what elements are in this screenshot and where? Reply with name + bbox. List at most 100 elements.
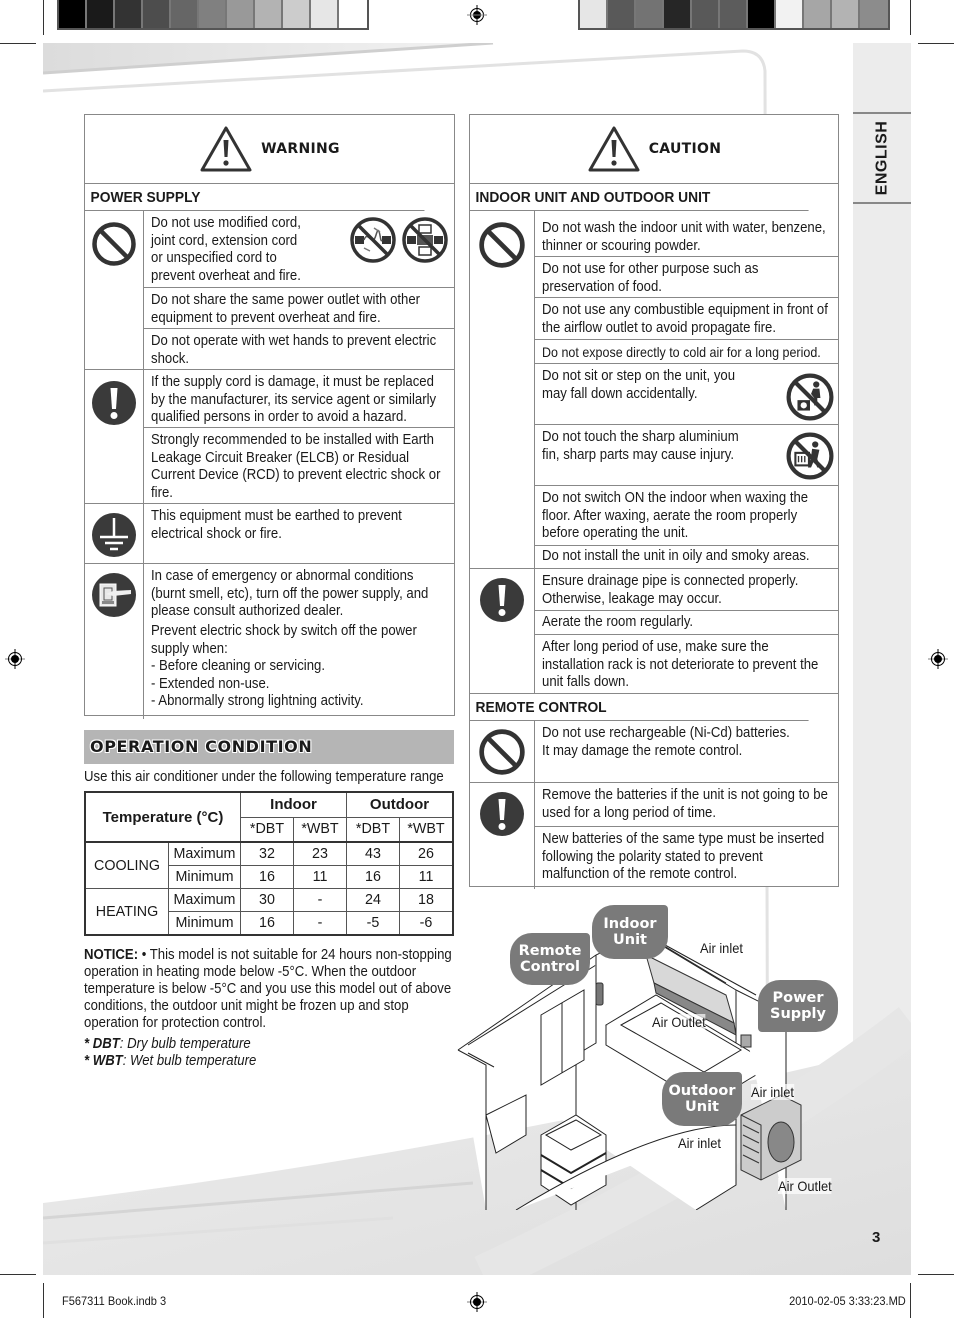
callout-indoor-unit: Indoor Unit — [592, 905, 668, 959]
caution-box: CAUTION INDOOR UNIT AND OUTDOOR UNIT Do … — [469, 114, 839, 889]
legend-wbt: * WBT: Wet bulb temperature — [84, 1053, 257, 1069]
color-swatch — [580, 0, 608, 28]
warning-title: WARNING — [261, 141, 340, 157]
color-swatch — [832, 0, 860, 28]
no-extension-cord-icon — [350, 217, 396, 263]
caution-item: Do not touch the sharp aluminium fin, sh… — [535, 425, 838, 486]
value-cell: 11 — [399, 865, 454, 889]
warning-item: Do not share the same power outlet with … — [144, 288, 454, 329]
caution-item: Do not sit or step on the unit, you may … — [535, 364, 838, 425]
page-number: 3 — [872, 1229, 881, 1246]
color-swatch — [748, 0, 776, 28]
caution-group-remote-mandatory: Remove the batteries if the unit is not … — [470, 783, 838, 889]
caution-header: CAUTION — [470, 115, 838, 184]
crop-mark — [910, 1283, 911, 1318]
header-outdoor: Outdoor — [346, 791, 454, 818]
warning-group-mandatory: If the supply cord is damage, it must be… — [85, 370, 454, 504]
registration-mark-icon — [467, 5, 487, 25]
label-indoor-air-outlet: Air Outlet — [652, 1014, 706, 1030]
temperature-range-table: Temperature (°C) Indoor Outdoor *DBT *WB… — [84, 791, 454, 936]
caution-item: Do not use any combustible equipment in … — [535, 298, 838, 340]
footer-file: F567311 Book.indb 3 — [62, 1294, 167, 1308]
caution-item: Do not use rechargeable (Ni-Cd) batterie… — [542, 725, 790, 759]
color-swatch — [636, 0, 664, 28]
limit-cell: Minimum — [168, 911, 241, 936]
value-cell: 32 — [240, 841, 294, 866]
label-outdoor-air-outlet: Air Outlet — [778, 1178, 832, 1194]
label-indoor-air-inlet: Air inlet — [700, 940, 743, 956]
color-swatch — [860, 0, 888, 28]
color-swatch — [59, 0, 87, 28]
warning-group-prohibition: Do not use modified cord, joint cord, ex… — [85, 211, 454, 370]
switch-off-power-icon — [92, 573, 136, 617]
crop-mark — [0, 43, 36, 44]
caution-item: Do not use for other purpose such as pre… — [535, 257, 838, 298]
warning-group-earth: This equipment must be earthed to preven… — [85, 504, 454, 564]
value-cell: 30 — [240, 888, 294, 912]
color-swatch — [227, 0, 255, 28]
footer-timestamp: 2010-02-05 3:33:23.MD — [789, 1294, 906, 1308]
callout-remote-control: Remote Control — [510, 933, 590, 985]
color-bar-left — [57, 0, 369, 30]
value-cell: 23 — [293, 841, 347, 866]
section-heading-power-supply: POWER SUPPLY — [85, 184, 425, 211]
warning-box: WARNING POWER SUPPLY Do not use modified… — [84, 114, 455, 719]
language-tab-label: ENGLISH — [873, 120, 890, 196]
color-swatch — [664, 0, 692, 28]
color-bar-right — [578, 0, 890, 30]
color-swatch — [804, 0, 832, 28]
color-swatch — [692, 0, 720, 28]
color-swatch — [339, 0, 367, 28]
value-cell: -6 — [399, 911, 454, 936]
registration-mark-icon — [5, 649, 25, 669]
color-swatch — [311, 0, 339, 28]
prohibition-icon — [479, 222, 525, 268]
caution-item: Do not wash the indoor unit with water, … — [535, 211, 838, 257]
warning-triangle-icon — [200, 126, 252, 172]
warning-item: This equipment must be earthed to preven… — [151, 508, 402, 542]
limit-cell: Minimum — [168, 865, 241, 889]
notice-block: NOTICE: • This model is not suitable for… — [84, 947, 452, 1070]
mode-cell: COOLING — [84, 841, 169, 889]
crop-mark — [918, 43, 954, 44]
value-cell: 16 — [240, 865, 294, 889]
color-swatch — [720, 0, 748, 28]
caution-title: CAUTION — [648, 141, 722, 157]
color-swatch — [87, 0, 115, 28]
warning-item: Strongly recommended to be installed wit… — [151, 432, 441, 501]
registration-mark-icon — [467, 1292, 487, 1312]
notice-label: NOTICE: — [84, 947, 139, 963]
notice-text: • This model is not suitable for 24 hour… — [84, 947, 452, 1031]
warning-group-switch-off: In case of emergency or abnormal conditi… — [85, 564, 454, 719]
no-touching-fin-icon — [786, 432, 834, 480]
value-cell: - — [293, 911, 347, 936]
color-swatch — [776, 0, 804, 28]
color-swatch — [608, 0, 636, 28]
crop-mark — [0, 1274, 36, 1275]
header-temperature: Temperature (°C) — [84, 791, 241, 843]
warning-item: In case of emergency or abnormal conditi… — [151, 568, 429, 619]
value-cell: 16 — [240, 911, 294, 936]
earth-ground-icon — [92, 513, 136, 557]
value-cell: 16 — [346, 865, 400, 889]
limit-cell: Maximum — [168, 841, 241, 866]
no-stepping-on-unit-icon — [786, 373, 834, 421]
crop-mark — [910, 0, 911, 35]
warning-header: WARNING — [85, 115, 454, 184]
table-row: HEATING Maximum 30 - 24 18 — [84, 888, 454, 936]
crop-mark — [43, 0, 44, 35]
caution-item: After long period of use, make sure the … — [542, 639, 819, 690]
value-cell: 43 — [346, 841, 400, 866]
legend-dbt: * DBT: Dry bulb temperature — [84, 1036, 251, 1052]
notice-paragraph: NOTICE: • This model is not suitable for… — [84, 947, 452, 1032]
prohibition-icon — [92, 222, 136, 266]
caution-item: Remove the batteries if the unit is not … — [535, 783, 838, 827]
prohibition-icon — [479, 729, 525, 775]
caution-group-remote-prohibition: Do not use rechargeable (Ni-Cd) batterie… — [470, 721, 838, 783]
section-heading-remote-control: REMOTE CONTROL — [470, 694, 809, 721]
subheader: *DBT — [346, 816, 400, 843]
subheader: *WBT — [399, 816, 454, 843]
subheader: *DBT — [240, 816, 294, 843]
value-cell: - — [293, 888, 347, 912]
operation-condition-banner: OPERATION CONDITION — [84, 730, 454, 764]
